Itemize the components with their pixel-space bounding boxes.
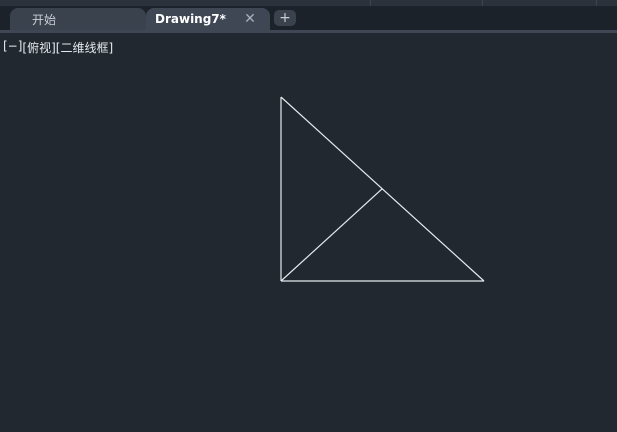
cad-application-window: 开始 Drawing7* ✕ + [−] [俯视] [二维线框] — [0, 0, 617, 432]
drawing-canvas[interactable] — [0, 0, 617, 432]
drawing-geometry — [280, 96, 485, 282]
triangle-altitude[interactable] — [280, 188, 383, 282]
